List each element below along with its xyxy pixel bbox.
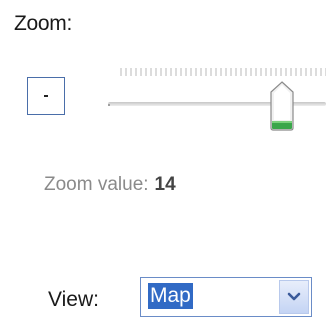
zoom-value-label: Zoom value: [44,174,149,195]
zoom-value-display: Zoom value: 14 [44,174,176,196]
view-label: View: [48,288,99,311]
view-select[interactable]: Map [140,277,312,317]
view-dropdown-button[interactable] [279,280,309,314]
zoom-slider[interactable] [104,55,326,135]
view-selected-value: Map [148,283,193,309]
minus-icon [44,95,48,97]
zoom-value: 14 [154,174,176,195]
slider-thumb[interactable] [269,80,295,132]
slider-ticks [120,68,326,76]
zoom-out-button[interactable] [27,77,65,115]
chevron-down-icon [287,292,301,301]
slider-track-start [108,104,110,106]
zoom-label: Zoom: [14,12,73,35]
